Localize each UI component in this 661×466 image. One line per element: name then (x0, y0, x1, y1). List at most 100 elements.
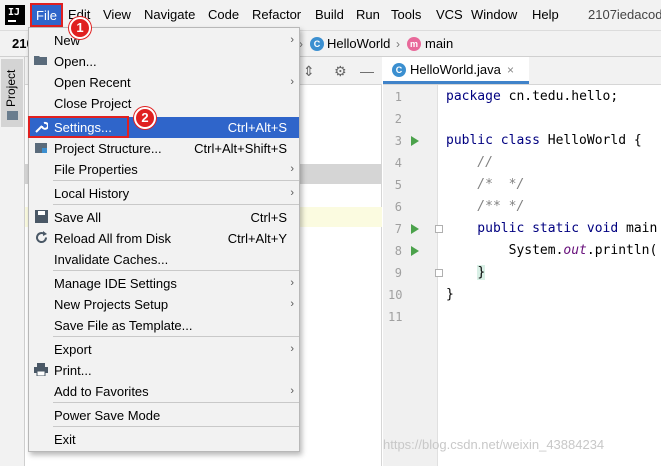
menu-item-label: Save All (54, 210, 101, 225)
settings-annotation-outline (28, 116, 129, 138)
menu-separator (53, 204, 299, 205)
menu-item-shortcut: Ctrl+Alt+S (227, 120, 287, 135)
menu-item-power-save-mode[interactable]: Power Save Mode (29, 405, 299, 426)
minimize-icon[interactable]: — (360, 61, 374, 81)
menu-item-save-all[interactable]: Save All Ctrl+S (29, 207, 299, 228)
line-number: 7 (394, 222, 402, 236)
menu-item-shortcut: Ctrl+Alt+Y (227, 231, 287, 246)
code-line: } (446, 262, 486, 284)
menu-build[interactable]: Build (315, 0, 344, 30)
menu-item-print[interactable]: Print... (29, 360, 299, 381)
menu-navigate[interactable]: Navigate (144, 0, 195, 30)
menu-item-save-as-template[interactable]: Save File as Template... (29, 315, 299, 336)
menu-help[interactable]: Help (532, 0, 559, 30)
menu-item-label: File Properties (54, 162, 138, 177)
menu-item-exit[interactable]: Exit (29, 429, 299, 450)
project-tool-tab[interactable]: Project (1, 59, 23, 127)
file-menu-dropdown: New › Open... Open Recent › Close Projec… (28, 27, 300, 452)
menu-run[interactable]: Run (356, 0, 380, 30)
menu-item-shortcut: Ctrl+S (250, 210, 287, 225)
code-brace-highlight: } (477, 265, 486, 280)
code-line: public class HelloWorld { (446, 130, 642, 152)
menu-item-invalidate-caches[interactable]: Invalidate Caches... (29, 249, 299, 270)
chevron-right-icon: › (290, 76, 294, 88)
chevron-right-icon: › (290, 385, 294, 397)
menu-item-label: Print... (54, 363, 92, 378)
run-icon[interactable] (411, 224, 419, 234)
menu-item-project-structure[interactable]: Project Structure... Ctrl+Alt+Shift+S (29, 138, 299, 159)
menu-item-local-history[interactable]: Local History › (29, 183, 299, 204)
code-comment: // (446, 155, 493, 170)
menu-item-manage-ide-settings[interactable]: Manage IDE Settings › (29, 273, 299, 294)
menu-window[interactable]: Window (471, 0, 517, 30)
menu-item-label: Manage IDE Settings (54, 276, 177, 291)
folder-icon (7, 111, 18, 120)
menu-separator (53, 426, 299, 427)
code-text: HelloWorld { (539, 133, 642, 148)
collapse-all-icon[interactable]: ⇕ (303, 61, 315, 81)
chevron-right-icon: › (396, 37, 400, 51)
menu-vcs[interactable]: VCS (436, 0, 463, 30)
menu-refactor[interactable]: Refactor (252, 0, 301, 30)
watermark: https://blog.csdn.net/weixin_43884234 (383, 437, 605, 452)
editor-tab-bar: C HelloWorld.java × (383, 57, 661, 85)
gear-icon[interactable]: ⚙ (334, 61, 347, 81)
menu-item-shortcut: Ctrl+Alt+Shift+S (194, 141, 287, 156)
line-number: 2 (394, 112, 402, 126)
menu-separator (53, 402, 299, 403)
menu-item-close-project[interactable]: Close Project (29, 93, 299, 114)
menu-item-open[interactable]: Open... (29, 51, 299, 72)
class-icon: C (310, 37, 324, 51)
menu-separator (53, 180, 299, 181)
menu-item-open-recent[interactable]: Open Recent › (29, 72, 299, 93)
menu-item-label: Close Project (54, 96, 132, 111)
nav-method-crumb[interactable]: main (425, 31, 453, 57)
menu-separator (53, 336, 299, 337)
menu-item-new-projects-setup[interactable]: New Projects Setup › (29, 294, 299, 315)
menu-item-add-to-favorites[interactable]: Add to Favorites › (29, 381, 299, 402)
menu-bar: IJ File Edit View Navigate Code Refactor… (0, 0, 661, 30)
tool-window-strip: Project (0, 57, 25, 466)
code-comment: /* */ (446, 177, 525, 192)
class-icon: C (392, 63, 406, 77)
editor-tab-helloworld[interactable]: C HelloWorld.java × (383, 57, 529, 84)
code-line: } (446, 287, 454, 302)
line-number: 1 (394, 90, 402, 104)
menu-item-label: Export (54, 342, 92, 357)
printer-icon (34, 363, 48, 377)
code-text: System. (446, 243, 564, 258)
folder-icon (34, 54, 48, 68)
intellij-logo-icon: IJ (5, 5, 25, 25)
code-line: package cn.tedu.hello; (446, 86, 618, 108)
menu-view[interactable]: View (103, 0, 131, 30)
line-number: 9 (394, 266, 402, 280)
run-icon[interactable] (411, 136, 419, 146)
chevron-right-icon: › (290, 163, 294, 175)
menu-file[interactable]: File (30, 3, 63, 27)
chevron-right-icon: › (290, 187, 294, 199)
menu-item-label: Project Structure... (54, 141, 162, 156)
menu-item-reload-all[interactable]: Reload All from Disk Ctrl+Alt+Y (29, 228, 299, 249)
menu-tools[interactable]: Tools (391, 0, 421, 30)
menu-item-export[interactable]: Export › (29, 339, 299, 360)
code-text: .println( (586, 243, 658, 258)
run-icon[interactable] (411, 246, 419, 256)
code-text: main (618, 221, 658, 236)
callout-badge-1: 1 (69, 17, 91, 39)
code-comment: /** */ (446, 199, 525, 214)
save-icon (34, 210, 48, 224)
nav-class-crumb[interactable]: HelloWorld (327, 31, 390, 57)
menu-item-label: Reload All from Disk (54, 231, 172, 246)
menu-item-label: Add to Favorites (54, 384, 149, 399)
fold-icon[interactable] (435, 269, 443, 277)
menu-item-label: Save File as Template... (54, 318, 193, 333)
close-icon[interactable]: × (507, 57, 514, 83)
menu-item-label: Open Recent (54, 75, 131, 90)
fold-icon[interactable] (435, 225, 443, 233)
project-structure-icon (34, 141, 48, 155)
menu-item-label: Power Save Mode (54, 408, 161, 423)
menu-code[interactable]: Code (208, 0, 239, 30)
chevron-right-icon: › (290, 34, 294, 46)
menu-item-file-properties[interactable]: File Properties › (29, 159, 299, 180)
